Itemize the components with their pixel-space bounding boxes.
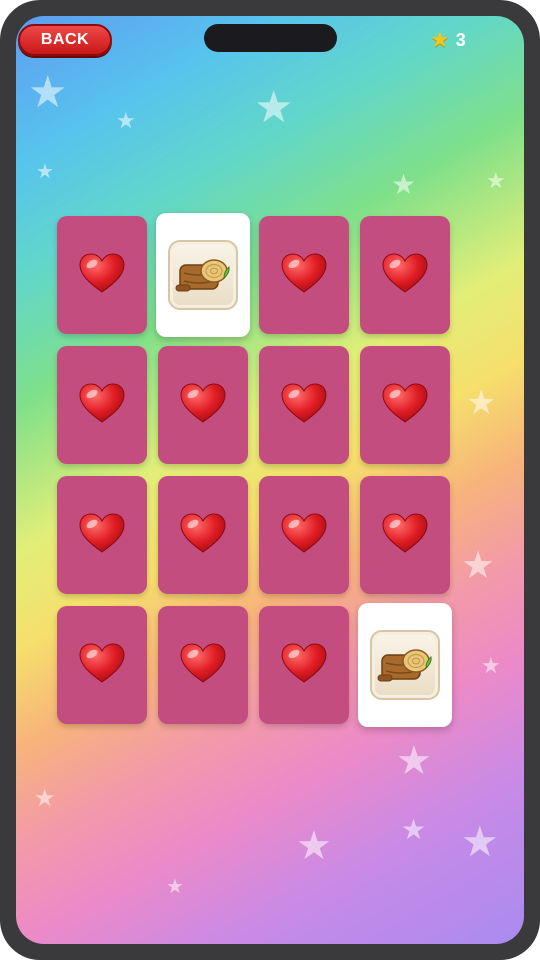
score-value: 3 — [455, 29, 466, 50]
card-face-down[interactable] — [360, 476, 450, 594]
score-display: ★ 3 — [430, 26, 466, 54]
heart-icon — [78, 512, 126, 559]
card-face-down[interactable] — [259, 216, 349, 334]
heart-icon — [381, 252, 429, 299]
heart-icon — [280, 382, 328, 429]
card-face-down[interactable] — [158, 476, 248, 594]
background-star-icon: ★ — [466, 383, 497, 423]
background-star-icon: ★ — [166, 874, 184, 898]
heart-icon — [381, 512, 429, 559]
background-star-icon: ★ — [396, 738, 432, 784]
card-tile — [168, 240, 238, 310]
background-star-icon: ★ — [461, 543, 496, 587]
background-star-icon: ★ — [296, 823, 332, 869]
card-face-down[interactable] — [158, 346, 248, 464]
background-star-icon: ★ — [36, 159, 54, 183]
background-star-icon: ★ — [401, 813, 427, 846]
background-star-icon: ★ — [486, 169, 506, 194]
background-star-icon: ★ — [28, 67, 68, 118]
device-notch — [204, 24, 337, 52]
card-face-down[interactable] — [57, 346, 147, 464]
heart-icon — [280, 252, 328, 299]
card-face-down[interactable] — [57, 216, 147, 334]
card-face-down[interactable] — [158, 606, 248, 724]
back-button-label: BACK — [40, 31, 90, 48]
background-star-icon: ★ — [391, 168, 417, 201]
heart-icon — [78, 382, 126, 429]
heart-icon — [381, 382, 429, 429]
background-star-icon: ★ — [481, 654, 501, 679]
card-face-up[interactable] — [156, 213, 250, 337]
card-face-up[interactable] — [358, 603, 452, 727]
heart-icon — [78, 642, 126, 689]
log-icon — [376, 641, 434, 690]
star-icon: ★ — [430, 27, 450, 53]
phone-frame: ★ ★ ★ ★ ★ ★ ★ ★ ★ ★ ★ ★ ★ ★ ★ BACK ★ 3 — [0, 0, 540, 960]
card-face-down[interactable] — [259, 606, 349, 724]
log-icon — [174, 251, 232, 300]
card-face-down[interactable] — [57, 476, 147, 594]
heart-icon — [179, 382, 227, 429]
heart-icon — [280, 512, 328, 559]
back-button[interactable]: BACK — [18, 24, 112, 56]
background-star-icon: ★ — [34, 784, 56, 812]
card-face-down[interactable] — [259, 476, 349, 594]
heart-icon — [179, 642, 227, 689]
card-face-down[interactable] — [259, 346, 349, 464]
card-face-down[interactable] — [360, 346, 450, 464]
heart-icon — [179, 512, 227, 559]
background-star-icon: ★ — [254, 82, 294, 133]
heart-icon — [78, 252, 126, 299]
card-face-down[interactable] — [360, 216, 450, 334]
card-tile — [370, 630, 440, 700]
background-star-icon: ★ — [116, 109, 136, 134]
background-star-icon: ★ — [461, 817, 499, 866]
heart-icon — [280, 642, 328, 689]
card-face-down[interactable] — [57, 606, 147, 724]
